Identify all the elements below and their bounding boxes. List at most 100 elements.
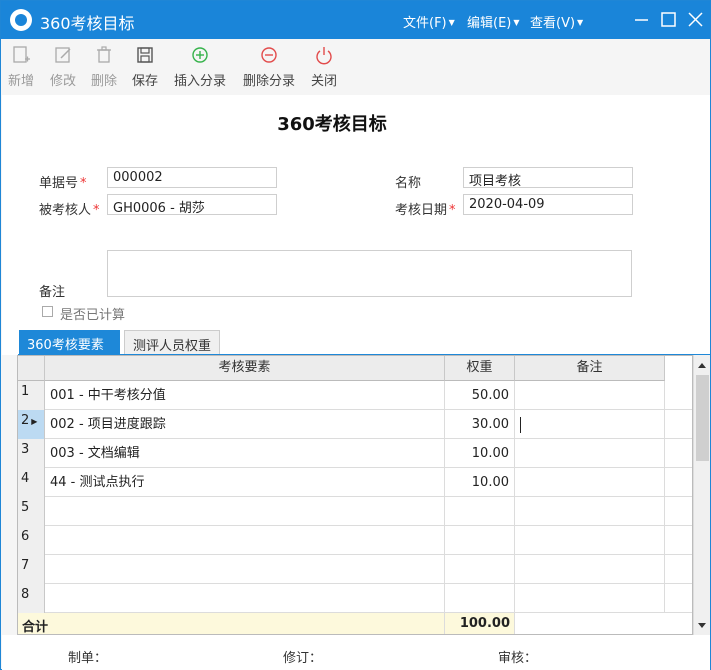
row-number: 6: [18, 526, 45, 555]
row-number: 2 ▶: [18, 410, 45, 439]
close-button[interactable]: 关闭: [311, 43, 337, 89]
close-icon: [688, 12, 703, 27]
total-row: 合计 100.00: [18, 613, 692, 634]
element-cell[interactable]: [45, 497, 445, 526]
tab-assessment-elements[interactable]: 360考核要素: [19, 330, 120, 355]
caret-down-icon: ▼: [448, 18, 455, 27]
current-row-pointer-icon: ▶: [31, 417, 38, 426]
remark-cell[interactable]: [515, 497, 665, 526]
tab-evaluator-weights[interactable]: 测评人员权重: [124, 330, 220, 355]
calculated-label: 是否已计算: [60, 308, 126, 323]
text-cursor: [520, 416, 521, 433]
element-cell[interactable]: 001 - 中干考核分值: [45, 381, 445, 410]
table-row[interactable]: 3 003 - 文档编辑 10.00: [18, 439, 692, 468]
remark-cell[interactable]: [515, 555, 665, 584]
row-number: 5: [18, 497, 45, 526]
minus-circle-icon: [261, 47, 277, 63]
remark-cell[interactable]: [515, 381, 665, 410]
weight-cell[interactable]: 10.00: [445, 439, 515, 468]
maximize-icon: [661, 12, 676, 27]
remark-cell-editing[interactable]: [515, 410, 665, 439]
date-field[interactable]: 2020-04-09: [463, 194, 633, 215]
row-number-header: [18, 356, 45, 381]
delete-button[interactable]: 删除: [91, 43, 117, 89]
document-title: 360考核目标: [277, 114, 387, 135]
grid-scrollbar[interactable]: [693, 355, 710, 635]
minimize-icon: [635, 19, 648, 21]
table-row[interactable]: 8: [18, 584, 692, 613]
assessee-field[interactable]: GH0006 - 胡莎: [107, 194, 277, 216]
element-cell[interactable]: [45, 584, 445, 613]
weight-cell[interactable]: [445, 584, 515, 613]
doc-no-field[interactable]: 000002: [107, 167, 277, 188]
column-header-remark[interactable]: 备注: [515, 356, 665, 381]
trash-icon: [97, 46, 111, 63]
total-weight: 100.00: [445, 613, 515, 634]
name-label: 名称: [395, 176, 422, 191]
new-button[interactable]: 新增: [8, 43, 34, 89]
caret-down-icon: ▼: [513, 18, 520, 27]
weight-cell[interactable]: [445, 526, 515, 555]
reviser-label: 修订：: [283, 651, 323, 666]
element-cell[interactable]: [45, 526, 445, 555]
row-number: 7: [18, 555, 45, 584]
remark-cell[interactable]: [515, 439, 665, 468]
elements-grid: 考核要素 权重 备注 1 001 - 中干考核分值 50.00 2 ▶ 002 -…: [17, 355, 693, 635]
app-logo-icon: [10, 9, 32, 31]
save-disk-icon: [137, 47, 153, 63]
doc-no-label: 单据号 *: [39, 176, 87, 191]
title-bar: 360考核目标 文件(F) ▼ 编辑(E) ▼ 查看(V) ▼: [1, 1, 710, 39]
date-label: 考核日期 *: [395, 203, 456, 218]
remark-textarea[interactable]: [107, 250, 632, 297]
element-cell[interactable]: 003 - 文档编辑: [45, 439, 445, 468]
scrollbar-thumb[interactable]: [696, 375, 709, 461]
table-row[interactable]: 7: [18, 555, 692, 584]
maximize-button[interactable]: [658, 9, 680, 31]
calculated-checkbox[interactable]: [42, 306, 53, 317]
tab-bar: 360考核要素 测评人员权重: [2, 327, 710, 355]
edit-pencil-icon: [55, 47, 71, 63]
edit-button[interactable]: 修改: [50, 43, 76, 89]
menu-view[interactable]: 查看(V) ▼: [530, 12, 583, 31]
row-number: 8: [18, 584, 45, 613]
footer: 制单： 修订： 审核：: [2, 635, 710, 670]
row-number: 1: [18, 381, 45, 410]
table-row[interactable]: 6: [18, 526, 692, 555]
menu-file[interactable]: 文件(F) ▼: [403, 12, 455, 31]
element-cell[interactable]: 44 - 测试点执行: [45, 468, 445, 497]
element-cell[interactable]: 002 - 项目进度跟踪: [45, 410, 445, 439]
weight-cell[interactable]: 50.00: [445, 381, 515, 410]
column-header-weight[interactable]: 权重: [445, 356, 515, 381]
remark-label: 备注: [39, 285, 66, 300]
scroll-up-icon: [698, 363, 706, 368]
weight-cell[interactable]: 30.00: [445, 410, 515, 439]
close-window-button[interactable]: [685, 9, 707, 31]
weight-cell[interactable]: [445, 555, 515, 584]
save-button[interactable]: 保存: [132, 43, 158, 89]
remark-cell[interactable]: [515, 468, 665, 497]
element-cell[interactable]: [45, 555, 445, 584]
table-row[interactable]: 1 001 - 中干考核分值 50.00: [18, 381, 692, 410]
row-number: 3: [18, 439, 45, 468]
remark-cell[interactable]: [515, 584, 665, 613]
delete-entry-button[interactable]: 删除分录: [243, 43, 295, 89]
weight-cell[interactable]: 10.00: [445, 468, 515, 497]
maker-label: 制单：: [68, 651, 108, 666]
form-area: 360考核目标 单据号 * 000002 名称 项目考核 被考核人 * GH0006…: [2, 95, 710, 330]
caret-down-icon: ▼: [577, 18, 584, 27]
plus-circle-icon: [192, 47, 208, 63]
column-header-element[interactable]: 考核要素: [45, 356, 445, 381]
remark-cell[interactable]: [515, 526, 665, 555]
insert-entry-button[interactable]: 插入分录: [174, 43, 226, 89]
app-window: 360考核目标 文件(F) ▼ 编辑(E) ▼ 查看(V) ▼ 新增 修改 删除 保存: [0, 0, 711, 670]
minimize-button[interactable]: [631, 9, 653, 31]
window-title: 360考核目标: [40, 14, 135, 33]
name-field[interactable]: 项目考核: [463, 167, 633, 189]
new-doc-icon: [13, 46, 30, 63]
menu-edit[interactable]: 编辑(E) ▼: [467, 12, 520, 31]
table-row[interactable]: 5: [18, 497, 692, 526]
table-row[interactable]: 2 ▶ 002 - 项目进度跟踪 30.00: [18, 410, 692, 439]
weight-cell[interactable]: [445, 497, 515, 526]
power-icon: [316, 47, 332, 65]
table-row[interactable]: 4 44 - 测试点执行 10.00: [18, 468, 692, 497]
